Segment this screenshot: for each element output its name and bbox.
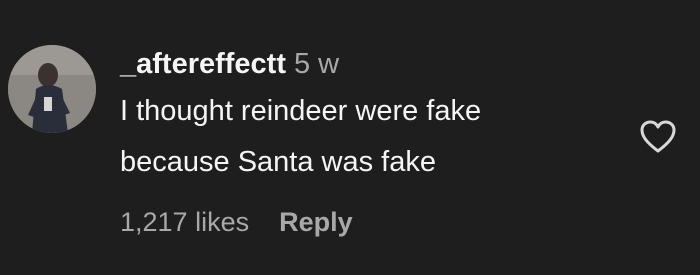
avatar-image <box>8 45 96 133</box>
comment-body: _aftereffectt 5 w I thought reindeer were… <box>120 44 640 188</box>
comment-item: _aftereffectt 5 w I thought reindeer were… <box>0 0 700 275</box>
comment-text-line-2: because Santa was fake <box>120 146 436 178</box>
avatar[interactable] <box>8 45 96 133</box>
comment-text: I thought reindeer were fake because San… <box>120 86 640 188</box>
comment-actions: 1,217 likes Reply <box>120 202 353 242</box>
timestamp: 5 w <box>294 48 340 80</box>
comment-text-line-1: I thought reindeer were fake <box>120 95 482 127</box>
like-button[interactable] <box>638 117 678 157</box>
username[interactable]: _aftereffectt <box>120 48 286 80</box>
heart-outline-icon <box>640 120 676 153</box>
likes-count[interactable]: 1,217 likes <box>120 207 249 237</box>
comment-header: _aftereffectt 5 w <box>120 44 640 84</box>
reply-button[interactable]: Reply <box>279 207 353 237</box>
